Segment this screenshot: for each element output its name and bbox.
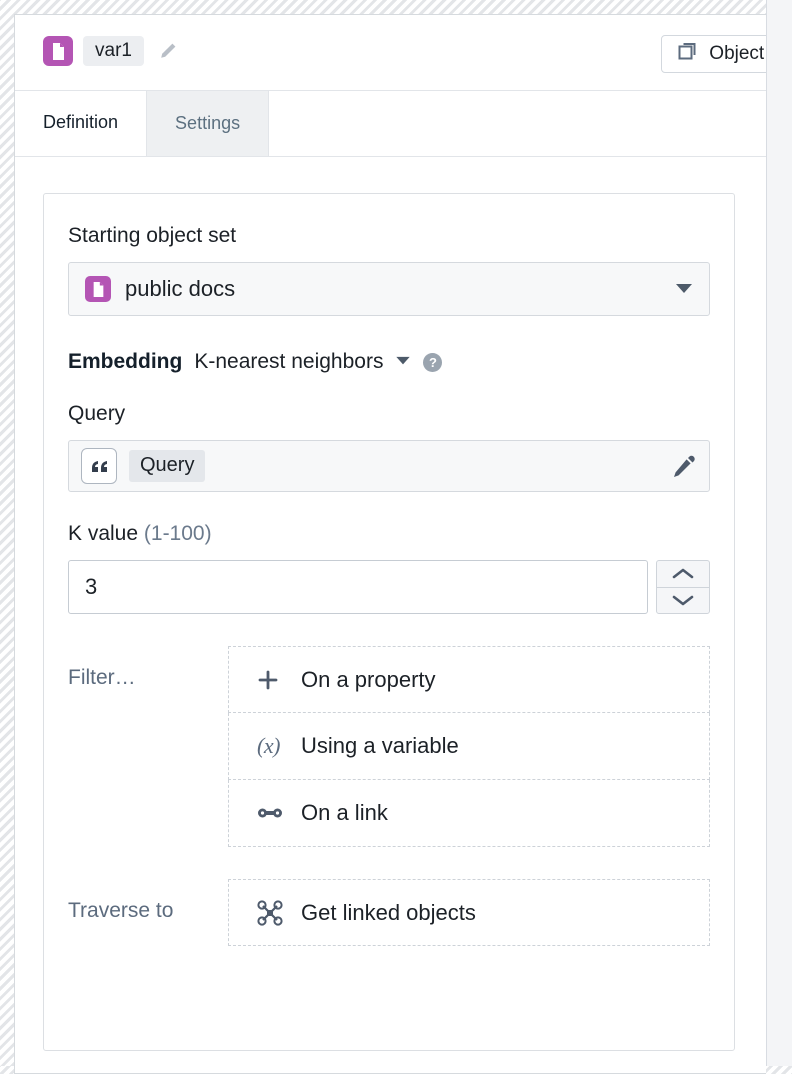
filter-option-using-a-variable[interactable]: (x) Using a variable <box>228 713 710 780</box>
variable-editor-panel: var1 Object s Definition Settings <box>14 14 766 1074</box>
variable-identity: var1 <box>43 36 178 66</box>
filter-options: On a property (x) Using a variable On a … <box>228 646 710 847</box>
traverse-group: Traverse to Get linked objects <box>68 879 710 946</box>
tab-bar: Definition Settings <box>15 91 766 157</box>
query-input[interactable]: Query <box>68 440 710 492</box>
tab-definition-label: Definition <box>43 111 119 132</box>
right-side-rail <box>766 0 792 1066</box>
query-field-group: Query Query <box>68 402 710 492</box>
document-icon <box>43 36 73 66</box>
caret-down-icon[interactable] <box>675 283 693 295</box>
filter-group-label: Filter… <box>68 666 136 689</box>
embedding-label: Embedding <box>68 350 183 373</box>
query-label: Query <box>68 402 126 425</box>
copy-objects-icon <box>678 41 698 67</box>
starting-object-set-value: public docs <box>125 276 236 301</box>
tab-settings-label: Settings <box>175 113 241 133</box>
traverse-option-label: Get linked objects <box>301 899 476 925</box>
traverse-options: Get linked objects <box>228 879 710 946</box>
object-set-button-label: Object s <box>709 43 766 64</box>
definition-card: Starting object set public docs Embeddin… <box>43 193 735 1051</box>
link-icon <box>257 806 285 820</box>
traverse-option-get-linked-objects[interactable]: Get linked objects <box>228 879 710 946</box>
embedding-row: Embedding K-nearest neighbors ? <box>68 350 710 374</box>
k-value-stepper <box>656 560 710 614</box>
traverse-group-label: Traverse to <box>68 899 174 922</box>
tab-definition[interactable]: Definition <box>15 91 147 156</box>
pencil-icon[interactable] <box>158 41 178 61</box>
chevron-down-icon[interactable] <box>657 586 709 614</box>
filter-option-on-a-link[interactable]: On a link <box>228 780 710 847</box>
embedding-value[interactable]: K-nearest neighbors <box>194 350 383 374</box>
document-icon <box>85 276 111 302</box>
starting-object-set-select[interactable]: public docs <box>68 262 710 316</box>
panel-header: var1 Object s <box>15 15 766 91</box>
chevron-up-icon[interactable] <box>657 561 709 587</box>
filter-group: Filter… On a property (x) Using a variab… <box>68 646 710 847</box>
pencil-icon[interactable] <box>671 453 697 479</box>
filter-option-label: Using a variable <box>301 733 459 758</box>
help-circle-icon[interactable]: ? <box>423 352 443 372</box>
caret-down-icon[interactable] <box>395 353 411 371</box>
tab-bar-filler <box>269 91 766 156</box>
filter-option-label: On a link <box>301 800 388 825</box>
k-value-label-text: K value <box>68 522 139 545</box>
quote-icon[interactable] <box>81 448 117 484</box>
starting-object-set-label: Starting object set <box>68 224 237 247</box>
variable-x-icon: (x) <box>257 733 280 758</box>
tab-settings[interactable]: Settings <box>146 91 270 156</box>
k-value-label: K value (1-100) <box>68 522 710 546</box>
filter-option-label: On a property <box>301 666 436 692</box>
k-value-range-hint: (1-100) <box>143 522 212 545</box>
query-chip[interactable]: Query <box>129 450 206 482</box>
k-value-input[interactable]: 3 <box>68 560 648 614</box>
graph-nodes-icon <box>257 899 285 926</box>
k-value-input-value: 3 <box>85 574 98 599</box>
plus-icon <box>257 669 285 691</box>
variable-name[interactable]: var1 <box>83 36 144 66</box>
k-value-group: K value (1-100) 3 <box>68 522 710 614</box>
filter-option-on-a-property[interactable]: On a property <box>228 646 710 713</box>
object-set-button[interactable]: Object s <box>661 35 766 73</box>
